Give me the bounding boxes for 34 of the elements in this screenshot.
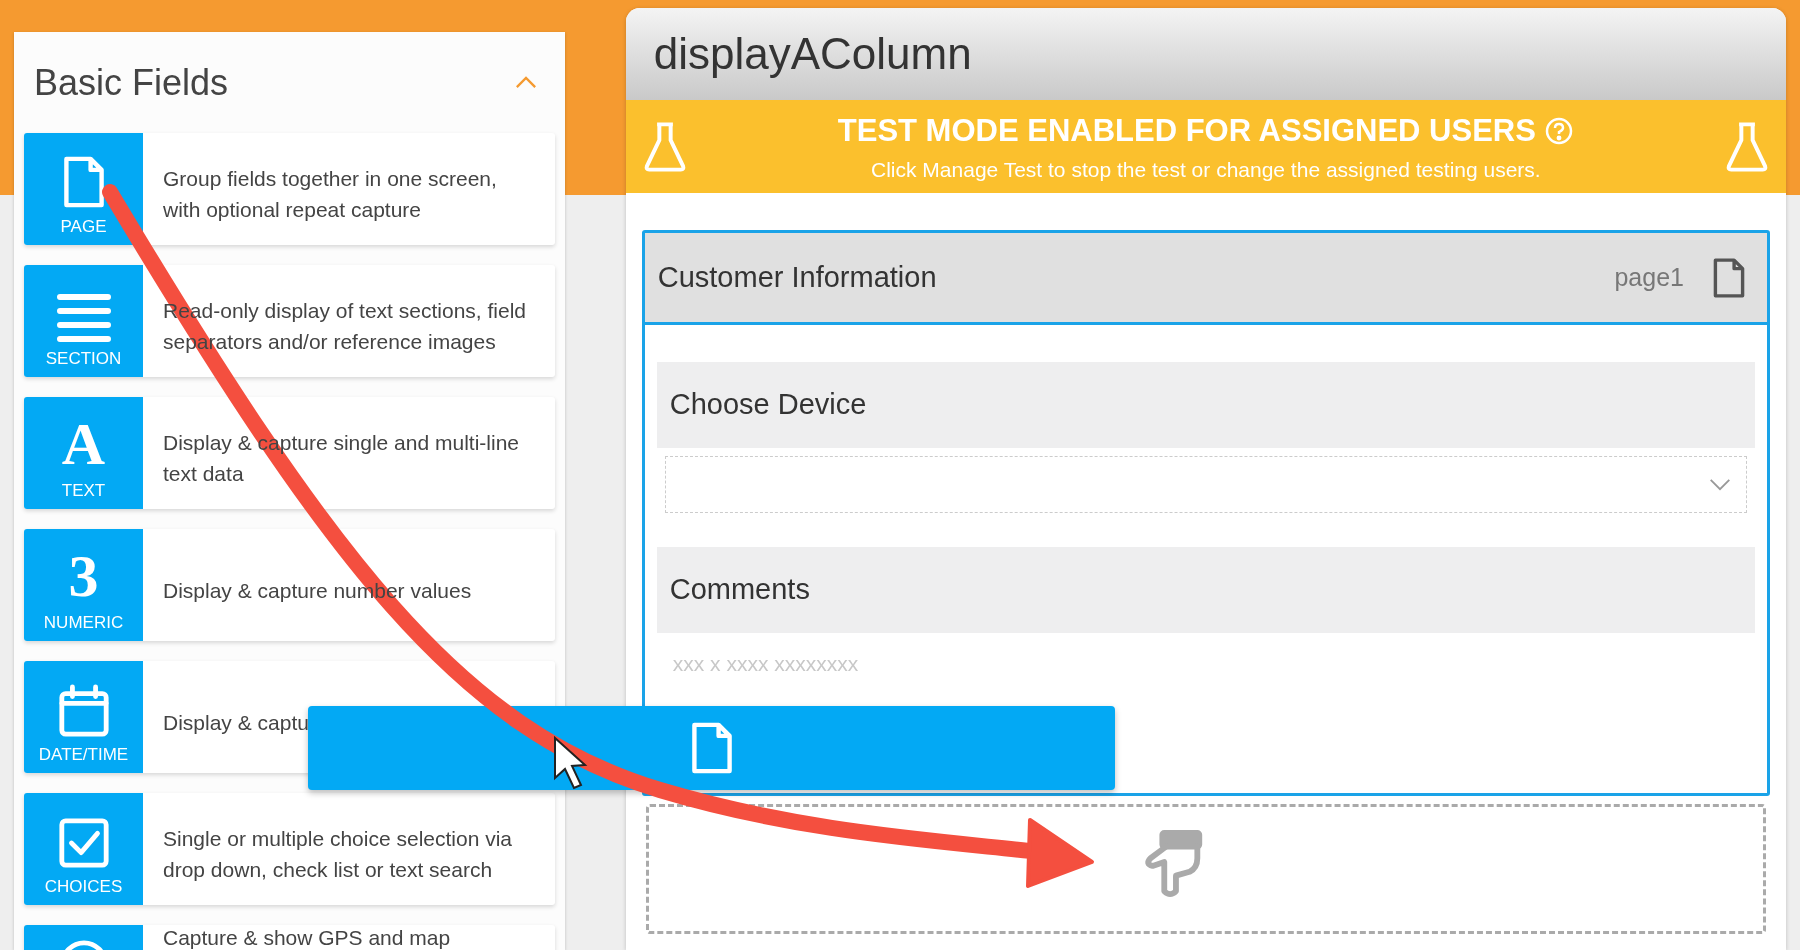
field-label: PAGE — [60, 218, 107, 235]
field-card[interactable]: CHOICES Single or multiple choice selection via drop down, check list or text search — [24, 793, 555, 905]
page-name: page1 — [1614, 261, 1684, 293]
cursor-icon — [554, 735, 588, 790]
field-label: SECTION — [45, 350, 122, 367]
field-card[interactable]: Capture & show GPS and map — [24, 925, 555, 950]
chevron-up-icon[interactable] — [514, 76, 537, 89]
lines-icon — [55, 292, 112, 342]
field-glyph: 3 — [68, 546, 99, 606]
field-glyph: A — [61, 414, 106, 474]
checkbox-icon — [56, 816, 111, 870]
flask-icon — [1724, 120, 1770, 173]
calendar-icon — [56, 684, 111, 738]
field-title: Comments — [669, 572, 810, 608]
banner-subtitle: Click Manage Test to stop the test or change the assigned testing users. — [871, 157, 1541, 183]
field-description: Single or multiple choice selection via drop down, check list or text search — [163, 826, 513, 883]
field-description: Display & captu — [163, 709, 309, 736]
field-description: Group fields together in one screen, with optional repeat capture — [163, 166, 498, 223]
field-title: Choose Device — [669, 387, 867, 423]
dropdown-field[interactable] — [664, 456, 1747, 513]
field-card[interactable]: PAGE Group fields together in one screen, with optional repeat capture — [24, 133, 555, 245]
chevron-down-icon — [1708, 478, 1732, 491]
document-icon — [689, 720, 734, 776]
document-icon — [61, 154, 106, 210]
field-label: TEXT — [61, 482, 106, 499]
field-label: NUMERIC — [43, 614, 124, 631]
banner-title: TEST MODE ENABLED FOR ASSIGNED USERS — [837, 111, 1536, 150]
sidebar-title: Basic Fields — [34, 60, 229, 105]
field-label: CHOICES — [44, 878, 123, 895]
help-icon[interactable] — [1543, 115, 1574, 146]
field-description: Capture & show GPS and map — [163, 927, 451, 949]
field-label: DATE/TIME — [38, 746, 129, 763]
page-title: Customer Information — [657, 259, 937, 295]
form-title: displayAColumn — [653, 28, 972, 80]
